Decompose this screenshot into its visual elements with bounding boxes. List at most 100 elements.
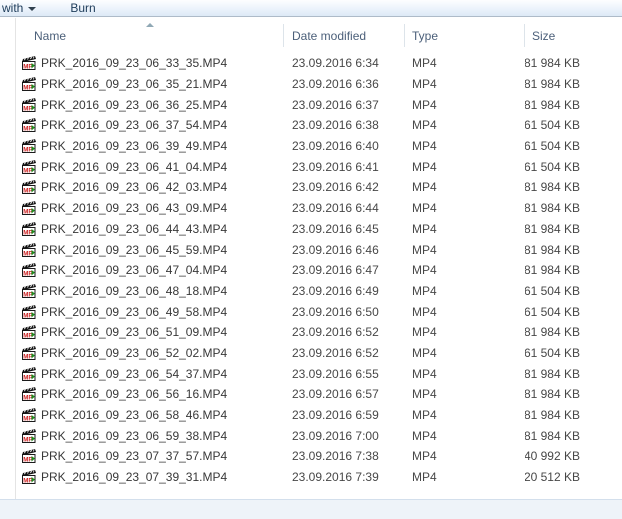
date-modified-cell: 23.09.2016 6:49 bbox=[284, 281, 405, 302]
file-list: MP PRK_2016_09_23_06_33_35.MP4 23.09.201… bbox=[15, 53, 622, 487]
size-cell: 61 504 KB bbox=[525, 115, 622, 136]
mp4-file-icon: MP bbox=[22, 346, 36, 360]
file-row[interactable]: MP PRK_2016_09_23_06_59_38.MP4 23.09.201… bbox=[15, 425, 622, 446]
size-cell: 81 984 KB bbox=[525, 74, 622, 95]
file-row[interactable]: MP PRK_2016_09_23_06_48_18.MP4 23.09.201… bbox=[15, 281, 622, 302]
mp4-file-icon: MP bbox=[22, 470, 36, 484]
file-name-cell: MP PRK_2016_09_23_06_35_21.MP4 bbox=[15, 74, 284, 95]
file-row[interactable]: MP PRK_2016_09_23_06_44_43.MP4 23.09.201… bbox=[15, 219, 622, 240]
type-cell: MP4 bbox=[405, 343, 525, 364]
file-name-cell: MP PRK_2016_09_23_06_36_25.MP4 bbox=[15, 94, 284, 115]
file-row[interactable]: MP PRK_2016_09_23_06_42_03.MP4 23.09.201… bbox=[15, 177, 622, 198]
svg-text:MP: MP bbox=[23, 250, 32, 257]
file-name-cell: MP PRK_2016_09_23_06_43_09.MP4 bbox=[15, 198, 284, 219]
column-header-row: Name Date modified Type Size bbox=[15, 20, 622, 51]
file-name-cell: MP PRK_2016_09_23_06_41_04.MP4 bbox=[15, 156, 284, 177]
open-with-label: with bbox=[2, 1, 23, 15]
type-cell: MP4 bbox=[405, 156, 525, 177]
file-name-cell: MP PRK_2016_09_23_06_48_18.MP4 bbox=[15, 281, 284, 302]
file-row[interactable]: MP PRK_2016_09_23_07_39_31.MP4 23.09.201… bbox=[15, 467, 622, 488]
file-row[interactable]: MP PRK_2016_09_23_06_47_04.MP4 23.09.201… bbox=[15, 260, 622, 281]
column-header-name[interactable]: Name bbox=[15, 20, 284, 51]
file-row[interactable]: MP PRK_2016_09_23_06_39_49.MP4 23.09.201… bbox=[15, 136, 622, 157]
size-cell: 81 984 KB bbox=[525, 94, 622, 115]
svg-text:MP: MP bbox=[23, 105, 32, 112]
svg-text:MP: MP bbox=[23, 353, 32, 360]
file-row[interactable]: MP PRK_2016_09_23_06_35_21.MP4 23.09.201… bbox=[15, 74, 622, 95]
file-row[interactable]: MP PRK_2016_09_23_06_49_58.MP4 23.09.201… bbox=[15, 301, 622, 322]
size-cell: 20 512 KB bbox=[525, 467, 622, 488]
file-name-label: PRK_2016_09_23_06_43_09.MP4 bbox=[41, 201, 227, 215]
date-modified-cell: 23.09.2016 6:46 bbox=[284, 239, 405, 260]
mp4-file-icon: MP bbox=[22, 408, 36, 422]
file-name-label: PRK_2016_09_23_06_37_54.MP4 bbox=[41, 118, 227, 132]
mp4-file-icon: MP bbox=[22, 387, 36, 401]
file-row[interactable]: MP PRK_2016_09_23_06_52_02.MP4 23.09.201… bbox=[15, 343, 622, 364]
date-modified-cell: 23.09.2016 6:45 bbox=[284, 219, 405, 240]
file-name-cell: MP PRK_2016_09_23_06_33_35.MP4 bbox=[15, 53, 284, 74]
type-cell: MP4 bbox=[405, 281, 525, 302]
mp4-file-icon: MP bbox=[22, 429, 36, 443]
file-row[interactable]: MP PRK_2016_09_23_06_41_04.MP4 23.09.201… bbox=[15, 156, 622, 177]
file-name-cell: MP PRK_2016_09_23_06_39_49.MP4 bbox=[15, 136, 284, 157]
file-name-label: PRK_2016_09_23_06_49_58.MP4 bbox=[41, 305, 227, 319]
file-name-cell: MP PRK_2016_09_23_06_44_43.MP4 bbox=[15, 219, 284, 240]
file-name-cell: MP PRK_2016_09_23_06_52_02.MP4 bbox=[15, 343, 284, 364]
size-cell: 61 504 KB bbox=[525, 343, 622, 364]
size-cell: 81 984 KB bbox=[525, 260, 622, 281]
file-name-label: PRK_2016_09_23_07_37_57.MP4 bbox=[41, 449, 227, 463]
file-name-cell: MP PRK_2016_09_23_07_39_31.MP4 bbox=[15, 467, 284, 488]
command-toolbar: with Burn bbox=[0, 0, 622, 17]
size-cell: 81 984 KB bbox=[525, 53, 622, 74]
date-modified-cell: 23.09.2016 6:38 bbox=[284, 115, 405, 136]
date-modified-cell: 23.09.2016 6:41 bbox=[284, 156, 405, 177]
file-name-label: PRK_2016_09_23_06_39_49.MP4 bbox=[41, 139, 227, 153]
file-name-cell: MP PRK_2016_09_23_06_45_59.MP4 bbox=[15, 239, 284, 260]
file-name-cell: MP PRK_2016_09_23_06_54_37.MP4 bbox=[15, 363, 284, 384]
mp4-file-icon: MP bbox=[22, 263, 36, 277]
column-header-date-modified[interactable]: Date modified bbox=[284, 20, 405, 51]
type-cell: MP4 bbox=[405, 94, 525, 115]
mp4-file-icon: MP bbox=[22, 77, 36, 91]
file-browser-pane: Name Date modified Type Size MP bbox=[0, 18, 622, 499]
file-row[interactable]: MP PRK_2016_09_23_06_36_25.MP4 23.09.201… bbox=[15, 94, 622, 115]
file-name-cell: MP PRK_2016_09_23_06_59_38.MP4 bbox=[15, 425, 284, 446]
type-cell: MP4 bbox=[405, 198, 525, 219]
file-row[interactable]: MP PRK_2016_09_23_06_51_09.MP4 23.09.201… bbox=[15, 322, 622, 343]
type-cell: MP4 bbox=[405, 136, 525, 157]
status-bar bbox=[0, 499, 622, 519]
file-row[interactable]: MP PRK_2016_09_23_06_33_35.MP4 23.09.201… bbox=[15, 53, 622, 74]
type-cell: MP4 bbox=[405, 425, 525, 446]
file-row[interactable]: MP PRK_2016_09_23_06_54_37.MP4 23.09.201… bbox=[15, 363, 622, 384]
file-row[interactable]: MP PRK_2016_09_23_06_43_09.MP4 23.09.201… bbox=[15, 198, 622, 219]
svg-text:MP: MP bbox=[23, 333, 32, 340]
column-header-type[interactable]: Type bbox=[405, 20, 525, 51]
file-row[interactable]: MP PRK_2016_09_23_06_45_59.MP4 23.09.201… bbox=[15, 239, 622, 260]
svg-text:MP: MP bbox=[23, 208, 32, 215]
date-modified-cell: 23.09.2016 6:52 bbox=[284, 322, 405, 343]
file-name-label: PRK_2016_09_23_06_35_21.MP4 bbox=[41, 77, 227, 91]
type-cell: MP4 bbox=[405, 219, 525, 240]
date-modified-cell: 23.09.2016 6:42 bbox=[284, 177, 405, 198]
file-name-label: PRK_2016_09_23_06_36_25.MP4 bbox=[41, 98, 227, 112]
type-cell: MP4 bbox=[405, 384, 525, 405]
type-cell: MP4 bbox=[405, 115, 525, 136]
open-with-button[interactable]: with bbox=[0, 0, 42, 16]
file-name-label: PRK_2016_09_23_07_39_31.MP4 bbox=[41, 470, 227, 484]
mp4-file-icon: MP bbox=[22, 222, 36, 236]
date-modified-cell: 23.09.2016 6:37 bbox=[284, 94, 405, 115]
file-row[interactable]: MP PRK_2016_09_23_06_56_16.MP4 23.09.201… bbox=[15, 384, 622, 405]
file-name-label: PRK_2016_09_23_06_58_46.MP4 bbox=[41, 408, 227, 422]
file-row[interactable]: MP PRK_2016_09_23_07_37_57.MP4 23.09.201… bbox=[15, 446, 622, 467]
file-row[interactable]: MP PRK_2016_09_23_06_58_46.MP4 23.09.201… bbox=[15, 405, 622, 426]
burn-button[interactable]: Burn bbox=[64, 0, 101, 16]
date-modified-cell: 23.09.2016 6:40 bbox=[284, 136, 405, 157]
file-row[interactable]: MP PRK_2016_09_23_06_37_54.MP4 23.09.201… bbox=[15, 115, 622, 136]
file-name-cell: MP PRK_2016_09_23_06_49_58.MP4 bbox=[15, 301, 284, 322]
type-cell: MP4 bbox=[405, 260, 525, 281]
type-cell: MP4 bbox=[405, 53, 525, 74]
svg-text:MP: MP bbox=[23, 271, 32, 278]
file-name-label: PRK_2016_09_23_06_47_04.MP4 bbox=[41, 263, 227, 277]
size-cell: 81 984 KB bbox=[525, 425, 622, 446]
column-header-size[interactable]: Size bbox=[525, 20, 622, 51]
